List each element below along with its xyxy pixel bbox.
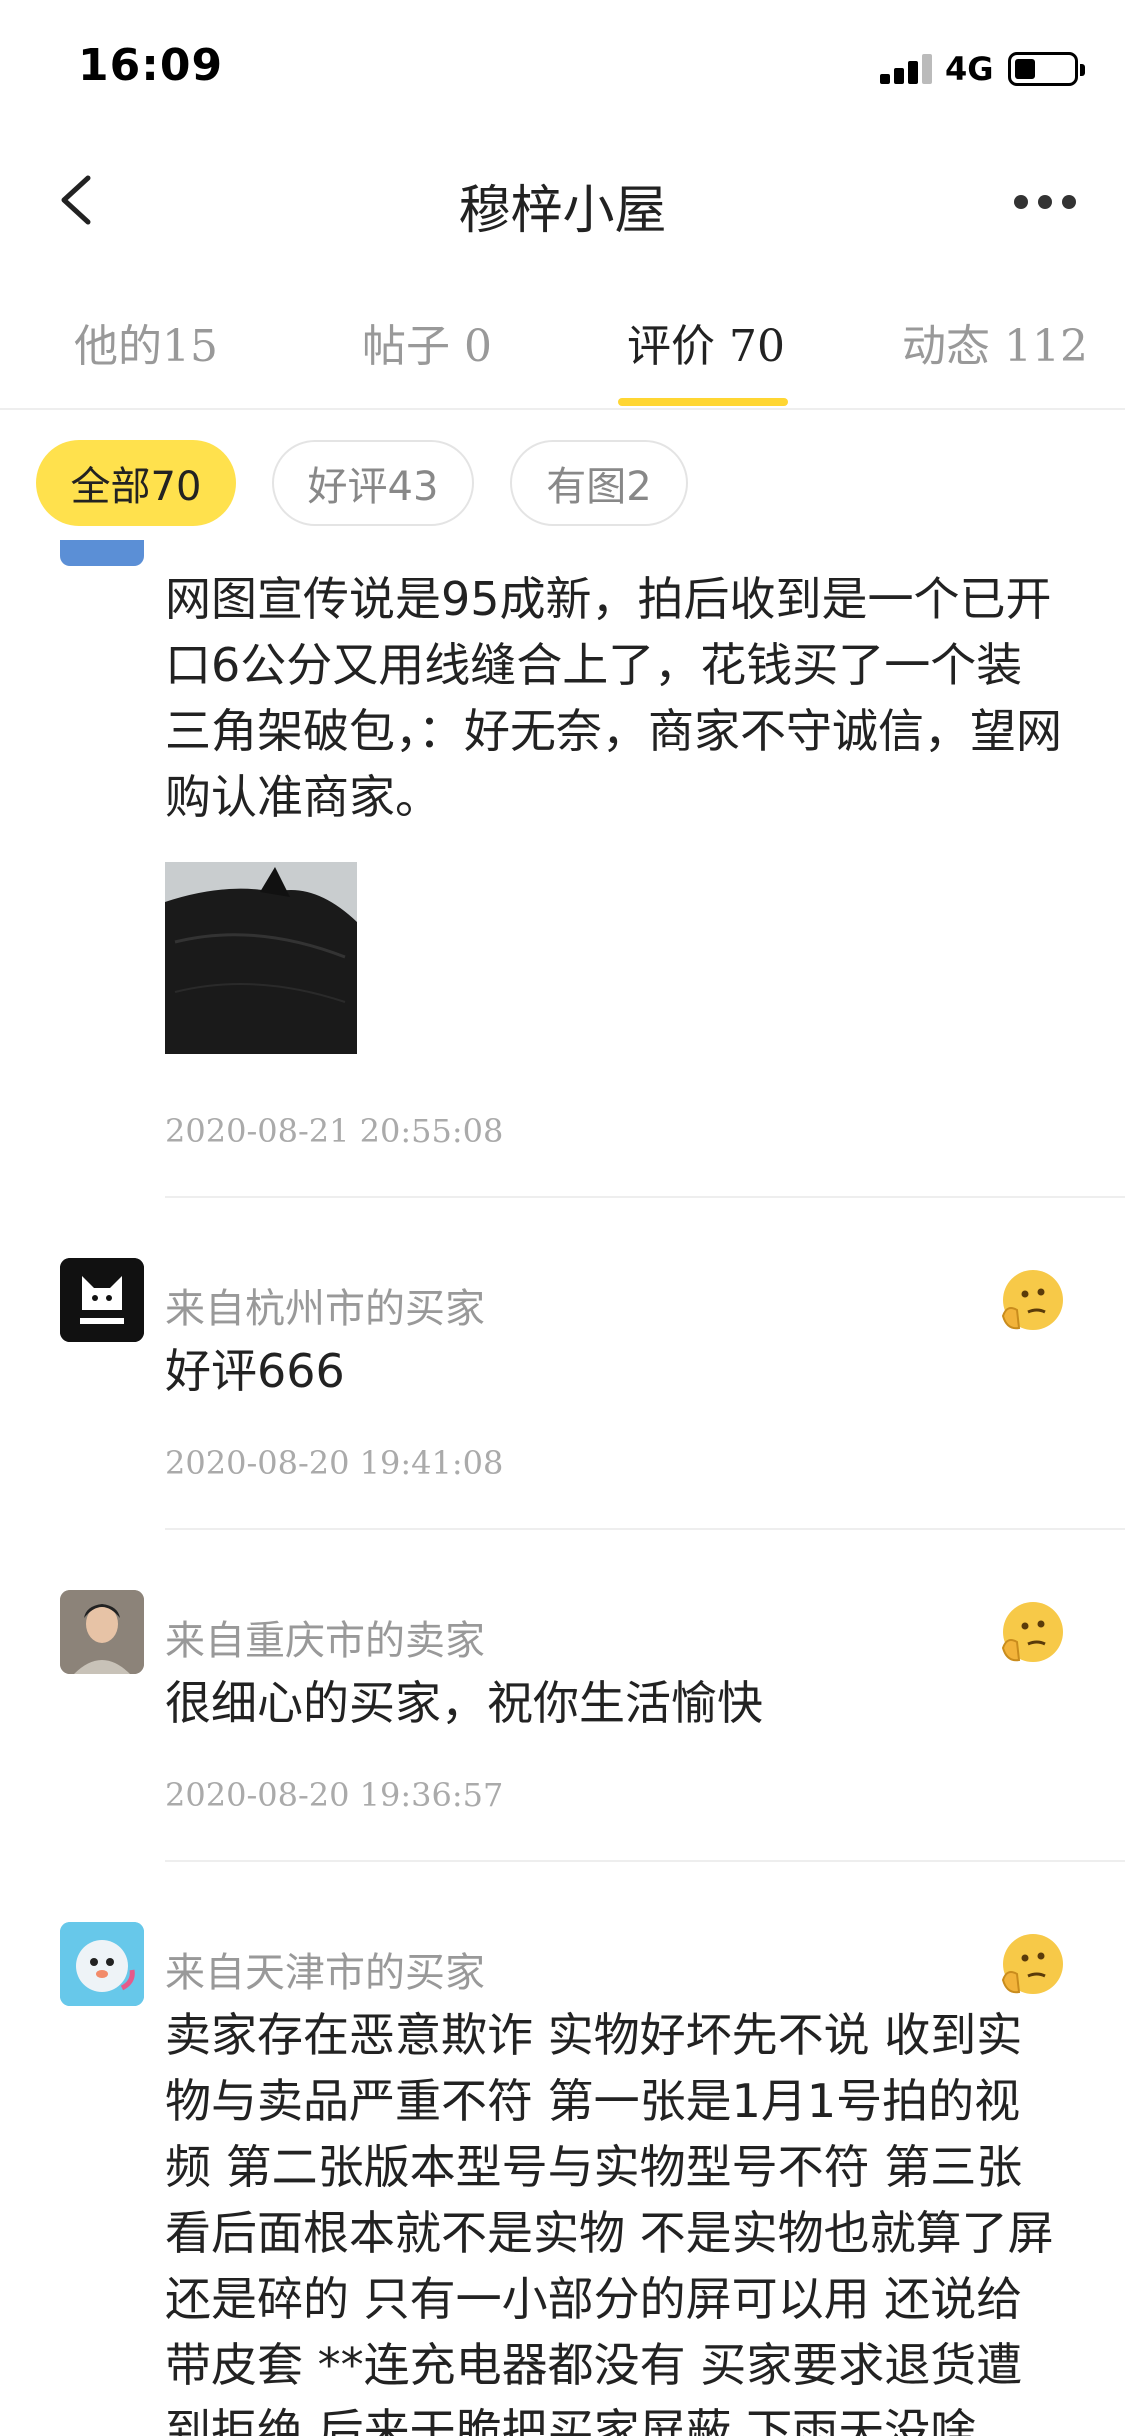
nav-bar: 穆梓小屋 [0,130,1125,270]
status-time: 16:09 [78,40,224,91]
status-bar: 16:09 4G [0,0,1125,130]
reviewer-origin: 来自重庆市的卖家 [165,1618,485,1664]
profile-tabs: 他的15 帖子 0 评价 70 动态 112 [0,280,1125,410]
page-title: 穆梓小屋 [458,181,667,241]
tab-posts[interactable]: 帖子 0 [362,310,492,374]
tab-activity[interactable]: 动态 112 [902,310,1088,374]
review-photo[interactable] [165,862,357,1054]
review-time: 2020-08-20 19:36:57 [165,1776,504,1814]
filter-positive-chip[interactable]: 好评43 [272,440,474,526]
network-type: 4G [945,50,994,88]
active-tab-indicator [618,398,788,406]
thinking-face-emoji-icon [1001,1934,1063,1994]
seller-profile-reviews-page: 16:09 4G 穆梓小屋 他的15 帖子 0 评价 70 动态 112 全部7… [0,0,1125,2436]
reviewer-origin: 来自天津市的买家 [165,1950,485,1996]
thinking-face-emoji-icon [1001,1270,1063,1330]
avatar[interactable] [60,1258,144,1342]
filter-with-photo-chip[interactable]: 有图2 [510,440,688,526]
avatar[interactable] [60,1590,144,1674]
reviewer-origin: 来自杭州市的买家 [165,1286,485,1332]
divider [165,1196,1125,1198]
filter-all-chip[interactable]: 全部70 [36,440,236,526]
review-time: 2020-08-21 20:55:08 [165,1112,504,1150]
review-text: 网图宣传说是95成新，拍后收到是一个已开口6公分又用线缝合上了，花钱买了一个装三… [165,572,1062,824]
more-dots-icon[interactable] [1010,190,1080,210]
review-text: 好评666 [165,1344,345,1398]
review-filters: 全部70 好评43 有图2 [0,440,1125,530]
review-text: 卖家存在恶意欺诈 实物好坏先不说 收到实物与卖品严重不符 第一张是1月1号拍的视… [165,2008,1054,2436]
signal-icon [880,54,934,84]
tab-reviews[interactable]: 评价 70 [627,310,785,374]
tab-his-items[interactable]: 他的15 [74,310,218,374]
avatar[interactable] [60,540,144,566]
review-text: 很细心的买家，祝你生活愉快 [165,1676,763,1730]
thinking-face-emoji-icon [1001,1602,1063,1662]
divider [165,1528,1125,1530]
avatar[interactable] [60,1922,144,2006]
battery-icon [1008,52,1085,86]
review-time: 2020-08-20 19:41:08 [165,1444,504,1482]
divider [165,1860,1125,1862]
